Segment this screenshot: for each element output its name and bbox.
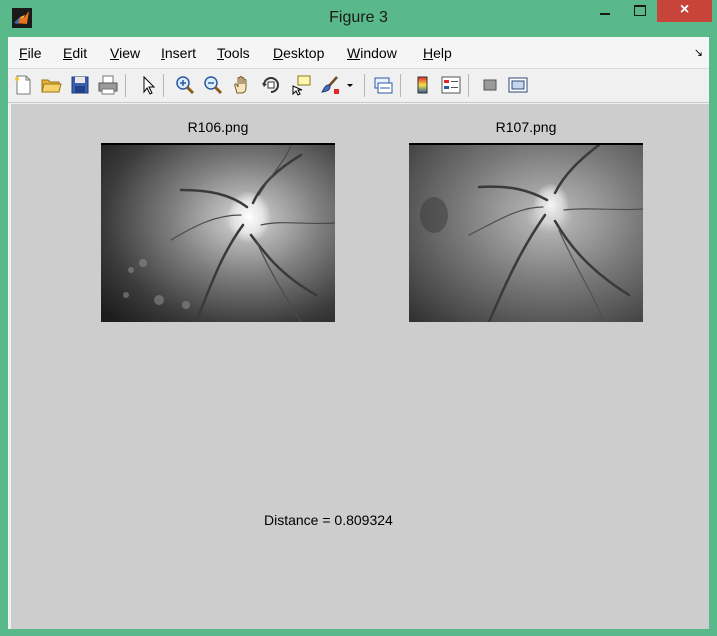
menu-file[interactable]: File (19, 45, 42, 61)
brush-dropdown-icon[interactable] (345, 74, 355, 96)
menu-view[interactable]: View (110, 45, 140, 61)
dock-arrow-icon[interactable]: ↘ (694, 46, 703, 59)
data-cursor-icon[interactable] (290, 74, 312, 96)
maximize-button[interactable] (623, 0, 657, 22)
legend-icon[interactable] (440, 74, 462, 96)
open-file-icon[interactable] (40, 74, 62, 96)
menu-desktop[interactable]: Desktop (273, 45, 324, 61)
minimize-button[interactable] (587, 0, 623, 22)
figure-window: Figure 3 × File Edit View Insert Tools D… (0, 0, 717, 636)
left-image-title: R106.png (187, 119, 249, 135)
toolbar-separator (400, 74, 401, 97)
print-icon[interactable] (97, 74, 119, 96)
zoom-out-icon[interactable] (202, 74, 224, 96)
hide-plot-tools-icon[interactable] (479, 74, 501, 96)
figure-toolbar (8, 69, 709, 103)
toolbar-separator (364, 74, 365, 97)
menu-edit[interactable]: Edit (63, 45, 87, 61)
menu-window[interactable]: Window (347, 45, 397, 61)
distance-label: Distance = 0.809324 (264, 512, 393, 528)
pan-hand-icon[interactable] (231, 74, 253, 96)
left-retina-image (101, 143, 335, 322)
brush-icon[interactable] (319, 74, 341, 96)
link-plot-icon[interactable] (372, 74, 394, 96)
new-figure-icon[interactable] (12, 74, 34, 96)
close-icon: × (679, 1, 690, 18)
menu-insert[interactable]: Insert (161, 45, 196, 61)
save-icon[interactable] (69, 74, 91, 96)
figure-canvas: R106.png R107.png Distance = 0.809324 (11, 104, 709, 629)
menu-tools[interactable]: Tools (217, 45, 250, 61)
edit-plot-arrow-icon[interactable] (137, 74, 159, 96)
close-button[interactable]: × (657, 0, 712, 22)
menu-bar: File Edit View Insert Tools Desktop Wind… (8, 37, 709, 69)
show-plot-tools-icon[interactable] (507, 74, 529, 96)
zoom-in-icon[interactable] (174, 74, 196, 96)
figure-client-area: File Edit View Insert Tools Desktop Wind… (8, 37, 709, 629)
menu-help[interactable]: Help (423, 45, 452, 61)
toolbar-separator (125, 74, 126, 97)
title-bar[interactable]: Figure 3 × (0, 0, 717, 37)
right-image-title: R107.png (495, 119, 557, 135)
colorbar-icon[interactable] (412, 74, 434, 96)
rotate-3d-icon[interactable] (260, 74, 282, 96)
toolbar-separator (468, 74, 469, 97)
toolbar-separator (163, 74, 164, 97)
right-retina-image (409, 143, 643, 322)
